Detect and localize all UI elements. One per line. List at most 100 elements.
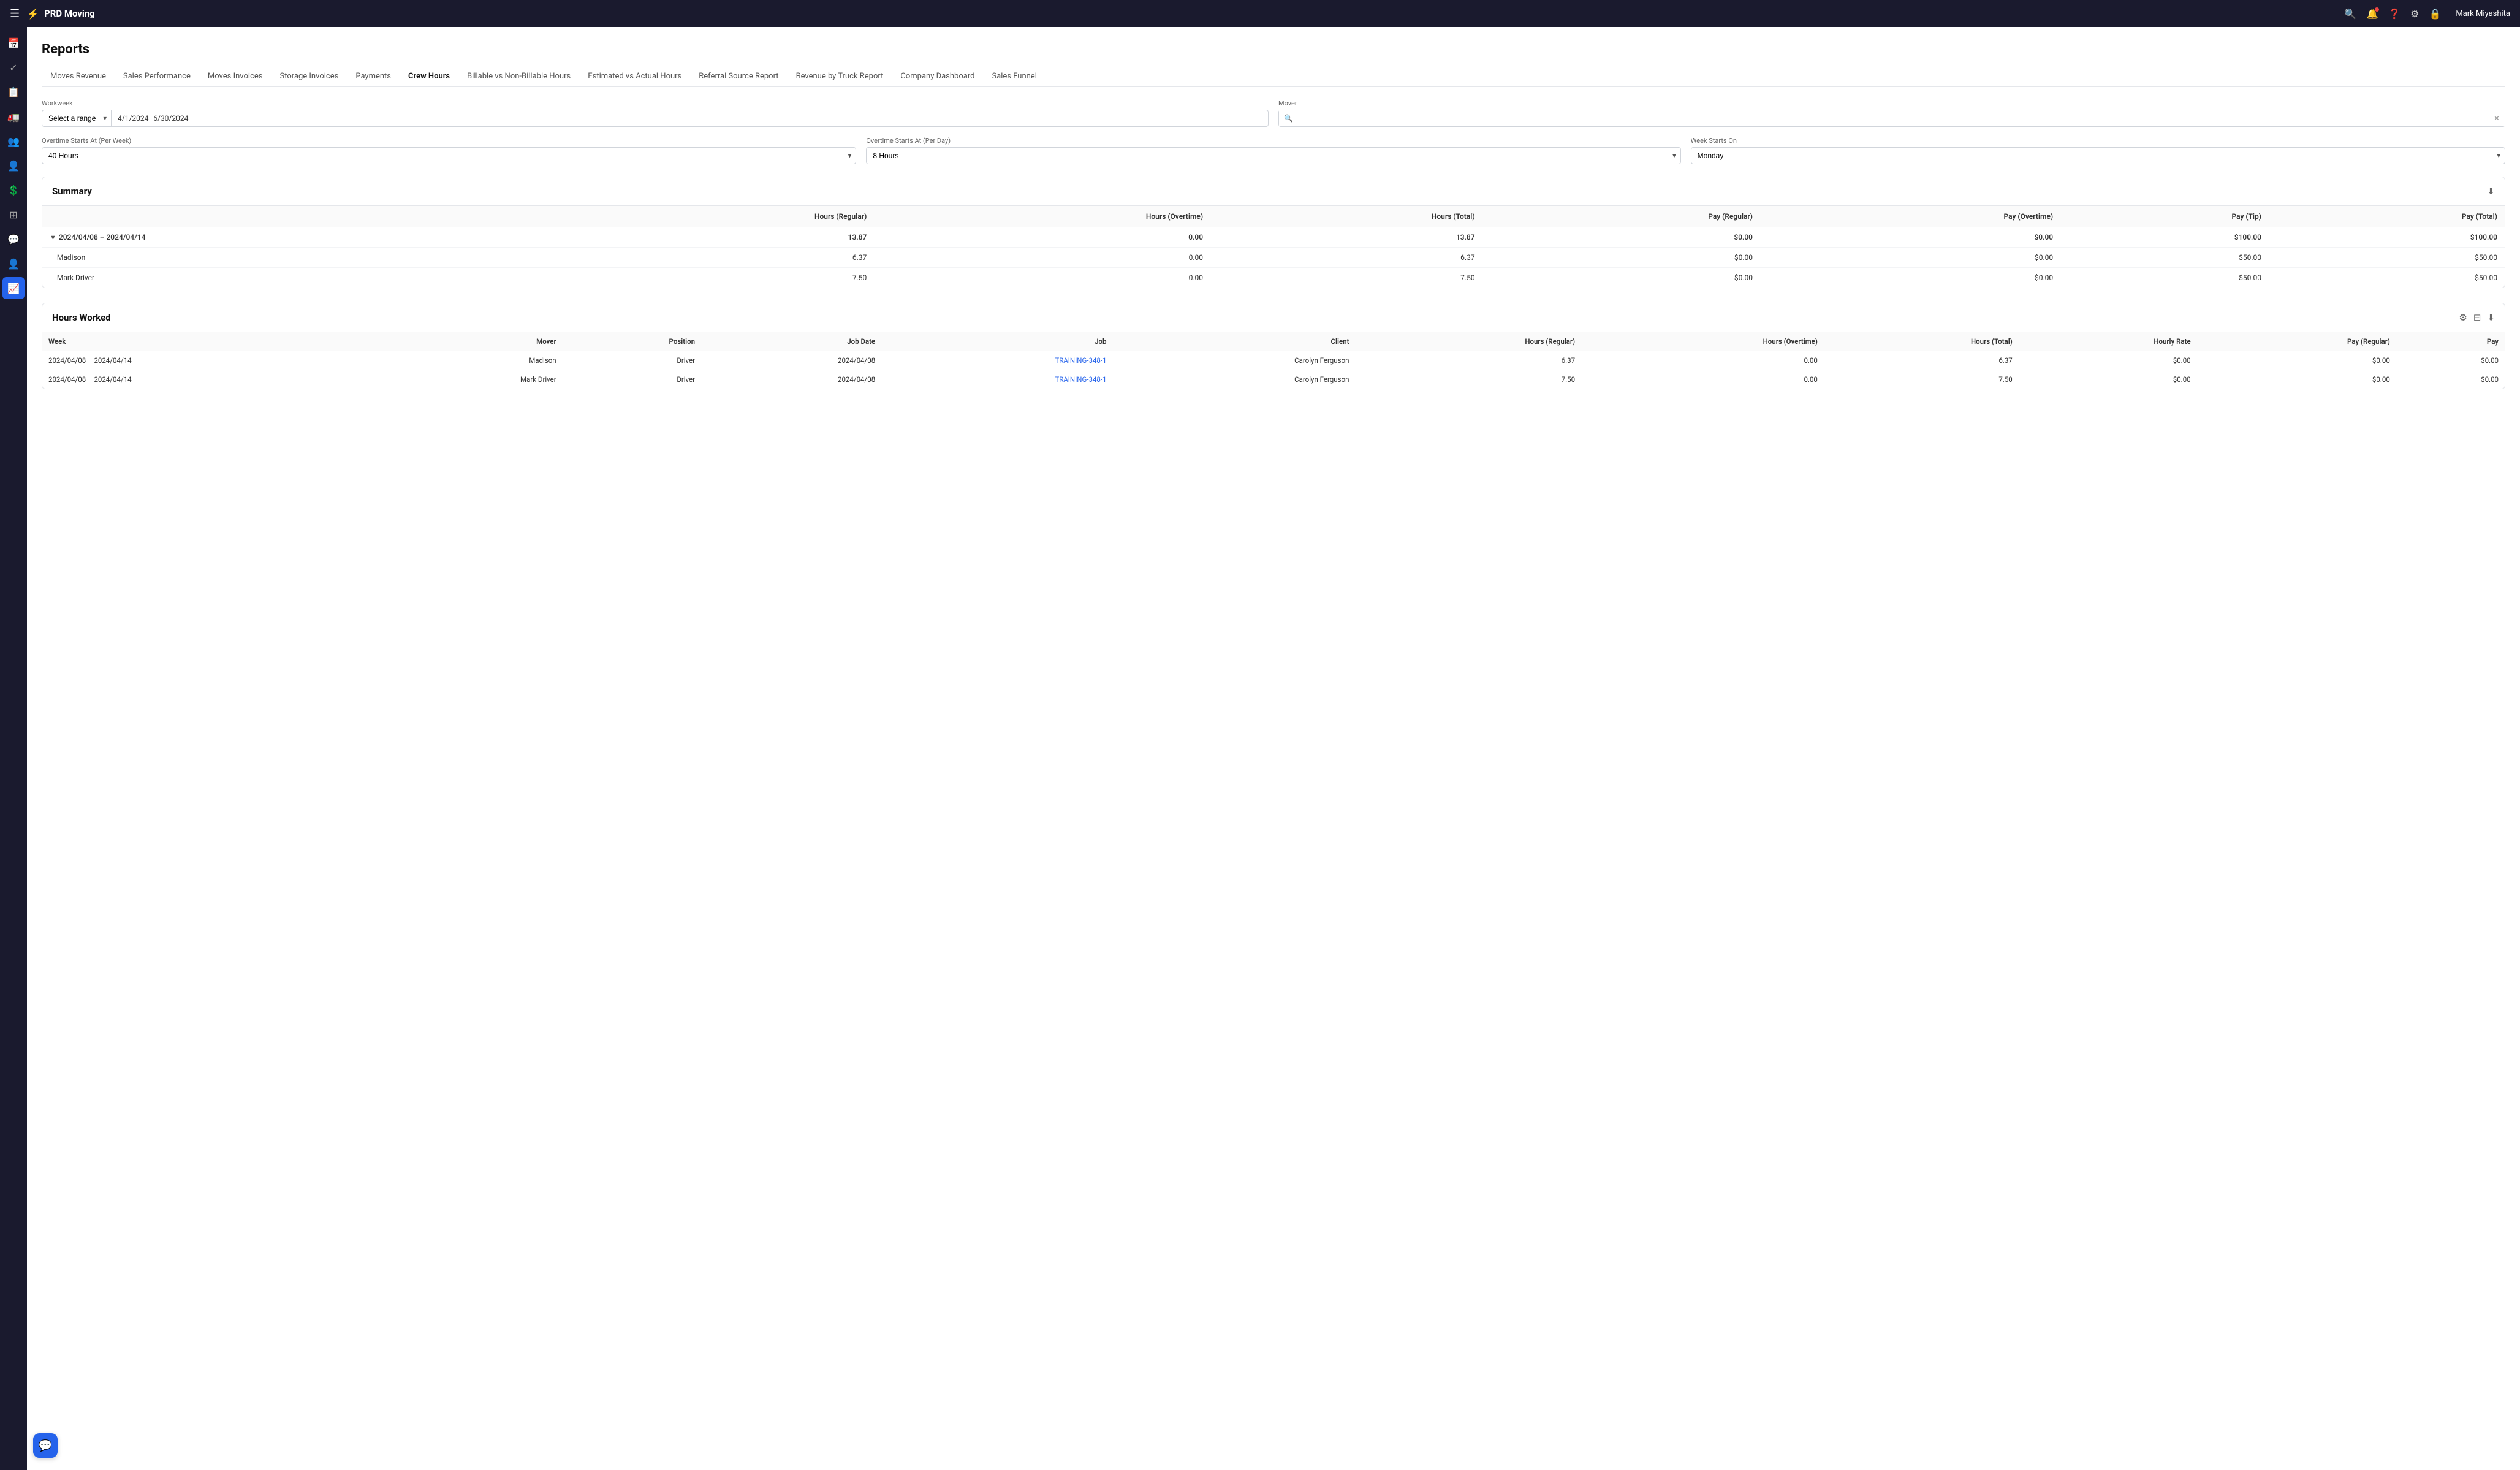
user-name[interactable]: Mark Miyashita [2456, 9, 2510, 18]
summary-row-val-3: $0.00 [1482, 268, 1760, 288]
hours-worked-section: Hours Worked ⚙ ⊟ ⬇ Week Mover Position J… [42, 303, 2505, 389]
sidebar-item-reports[interactable]: 📈 [2, 277, 25, 299]
week-starts-select[interactable]: Monday Sunday Saturday [1691, 147, 2505, 164]
app-name: PRD Moving [44, 8, 95, 19]
summary-actions: ⬇ [2487, 186, 2495, 197]
tab-company-dashboard[interactable]: Company Dashboard [892, 67, 983, 87]
tab-moves-invoices[interactable]: Moves Invoices [199, 67, 271, 87]
mover-clear-icon[interactable]: ✕ [2494, 114, 2500, 123]
hw-col-hourly-rate: Hourly Rate [2019, 332, 2197, 351]
hours-worked-header: Hours Worked ⚙ ⊟ ⬇ [42, 303, 2505, 332]
settings-icon[interactable]: ⚙ [2410, 8, 2419, 20]
hours-worked-header-row: Week Mover Position Job Date Job Client … [42, 332, 2505, 351]
chat-button[interactable]: 💬 [33, 1433, 58, 1458]
hw-hourly-rate: $0.00 [2019, 370, 2197, 389]
tab-referral-source[interactable]: Referral Source Report [690, 67, 787, 87]
date-value[interactable]: 4/1/2024–6/30/2024 [112, 110, 1269, 127]
summary-row-val-4: $0.00 [1760, 248, 2060, 268]
sidebar-item-dollar[interactable]: 💲 [2, 179, 25, 201]
tab-payments[interactable]: Payments [347, 67, 400, 87]
lock-icon[interactable]: 🔒 [2429, 8, 2441, 20]
tab-billable-nonbillable[interactable]: Billable vs Non-Billable Hours [458, 67, 579, 87]
topnav: ☰ ⚡ PRD Moving 🔍 🔔 ❓ ⚙ 🔒 Mark Miyashita [0, 0, 2520, 27]
overtime-daily-select[interactable]: 8 Hours 10 Hours 12 Hours [866, 147, 1680, 164]
sidebar-item-truck[interactable]: 🚛 [2, 105, 25, 128]
tab-revenue-truck[interactable]: Revenue by Truck Report [788, 67, 892, 87]
search-icon[interactable]: 🔍 [2344, 8, 2356, 20]
mover-filter: Mover 🔍 ✕ [1278, 99, 2505, 127]
hw-col-hours-overtime: Hours (Overtime) [1581, 332, 1824, 351]
tab-crew-hours[interactable]: Crew Hours [400, 67, 458, 87]
summary-table: Hours (Regular) Hours (Overtime) Hours (… [42, 206, 2505, 288]
tab-sales-performance[interactable]: Sales Performance [115, 67, 199, 87]
hw-job-date: 2024/04/08 [701, 351, 881, 370]
summary-section: Summary ⬇ Hours (Regular) Hours (Overtim… [42, 177, 2505, 288]
summary-download-icon[interactable]: ⬇ [2487, 186, 2495, 197]
hw-mover: Madison [388, 351, 563, 370]
range-select[interactable]: Select a range [42, 110, 112, 127]
hw-pay-regular: $0.00 [2197, 351, 2396, 370]
hw-col-hours-total: Hours (Total) [1824, 332, 2019, 351]
hw-client: Carolyn Ferguson [1113, 351, 1356, 370]
overtime-weekly-filter: Overtime Starts At (Per Week) 40 Hours 4… [42, 137, 856, 164]
hw-hourly-rate: $0.00 [2019, 351, 2197, 370]
hours-worked-download-icon[interactable]: ⬇ [2487, 312, 2495, 323]
hw-hours-regular: 7.50 [1355, 370, 1581, 389]
sidebar-item-chat[interactable]: 💬 [2, 228, 25, 250]
sidebar-item-grid[interactable]: ⊞ [2, 204, 25, 226]
hw-pay: $0.00 [2396, 351, 2505, 370]
summary-group-val-6: $100.00 [2269, 227, 2505, 248]
summary-row-val-6: $50.00 [2269, 268, 2505, 288]
collapse-icon[interactable]: ▼ [50, 234, 56, 242]
summary-row-val-0: 6.37 [560, 248, 874, 268]
tab-estimated-actual[interactable]: Estimated vs Actual Hours [579, 67, 690, 87]
summary-row-name: Madison [42, 248, 560, 268]
hw-job[interactable]: TRAINING-348-1 [881, 370, 1112, 389]
hw-job[interactable]: TRAINING-348-1 [881, 351, 1112, 370]
mover-input[interactable] [1279, 110, 2505, 126]
hw-hours-overtime: 0.00 [1581, 370, 1824, 389]
overtime-daily-select-wrapper: 8 Hours 10 Hours 12 Hours [866, 147, 1680, 164]
week-starts-filter: Week Starts On Monday Sunday Saturday [1691, 137, 2505, 164]
sidebar-item-clipboard[interactable]: 📋 [2, 81, 25, 103]
sidebar-item-check[interactable]: ✓ [2, 56, 25, 78]
job-link[interactable]: TRAINING-348-1 [1055, 356, 1106, 365]
notifications-icon[interactable]: 🔔 [2366, 8, 2378, 20]
range-select-wrapper: Select a range [42, 110, 112, 127]
sidebar-item-crew[interactable]: 👥 [2, 130, 25, 152]
summary-row-val-6: $50.00 [2269, 248, 2505, 268]
hw-pay-regular: $0.00 [2197, 370, 2396, 389]
summary-col-pay-total: Pay (Total) [2269, 206, 2505, 227]
app-logo: ⚡ PRD Moving [27, 8, 95, 20]
job-link[interactable]: TRAINING-348-1 [1055, 375, 1106, 384]
hours-worked-gear-icon[interactable]: ⚙ [2459, 312, 2467, 323]
hamburger-icon[interactable]: ☰ [10, 7, 20, 20]
hw-hours-regular: 6.37 [1355, 351, 1581, 370]
hours-worked-table: Week Mover Position Job Date Job Client … [42, 332, 2505, 389]
week-starts-select-wrapper: Monday Sunday Saturday [1691, 147, 2505, 164]
summary-group-val-5: $100.00 [2060, 227, 2269, 248]
hw-col-job-date: Job Date [701, 332, 881, 351]
summary-row-name: Mark Driver [42, 268, 560, 288]
hw-client: Carolyn Ferguson [1113, 370, 1356, 389]
tab-nav: Moves Revenue Sales Performance Moves In… [42, 67, 2505, 87]
tab-storage-invoices[interactable]: Storage Invoices [271, 67, 347, 87]
overtime-daily-filter: Overtime Starts At (Per Day) 8 Hours 10 … [866, 137, 1680, 164]
sidebar-item-contacts[interactable]: 👤 [2, 154, 25, 177]
sidebar-item-calendar[interactable]: 📅 [2, 32, 25, 54]
sidebar-item-user[interactable]: 👤 [2, 253, 25, 275]
filters-row2: Overtime Starts At (Per Week) 40 Hours 4… [42, 137, 2505, 164]
hours-worked-filter-icon[interactable]: ⊟ [2473, 312, 2481, 323]
summary-row-val-3: $0.00 [1482, 248, 1760, 268]
summary-row-val-1: 0.00 [874, 268, 1210, 288]
hw-mover: Mark Driver [388, 370, 563, 389]
tab-moves-revenue[interactable]: Moves Revenue [42, 67, 115, 87]
summary-row: Mark Driver7.500.007.50$0.00$0.00$50.00$… [42, 268, 2505, 288]
tab-sales-funnel[interactable]: Sales Funnel [983, 67, 1045, 87]
summary-group-val-4: $0.00 [1760, 227, 2060, 248]
overtime-weekly-select[interactable]: 40 Hours 44 Hours 48 Hours [42, 147, 856, 164]
summary-group-row: ▼2024/04/08 – 2024/04/1413.870.0013.87$0… [42, 227, 2505, 248]
summary-group-val-2: 13.87 [1210, 227, 1482, 248]
help-icon[interactable]: ❓ [2388, 8, 2400, 20]
hw-pay: $0.00 [2396, 370, 2505, 389]
